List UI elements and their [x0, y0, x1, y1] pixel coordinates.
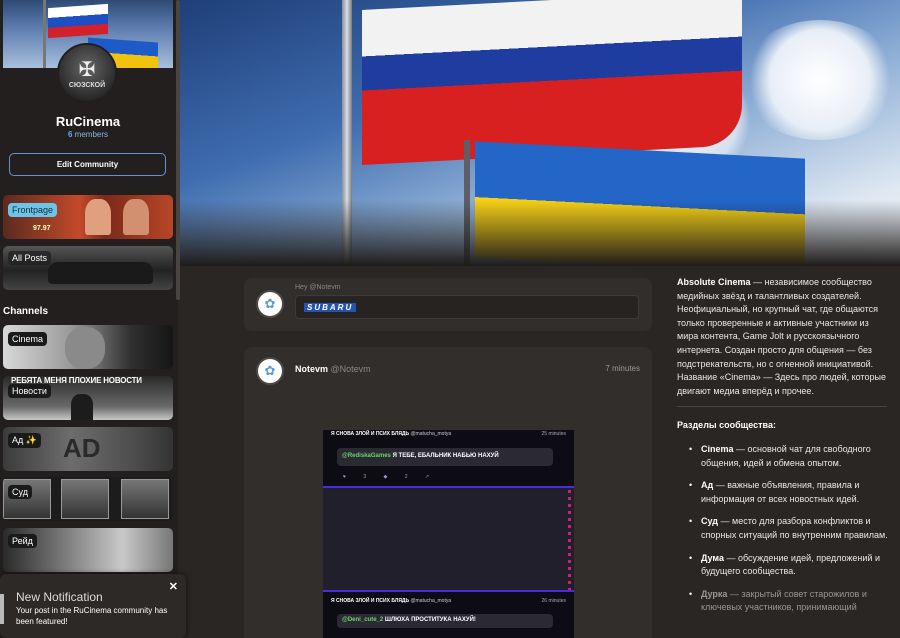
channel-label: Рейд: [8, 534, 37, 548]
close-icon[interactable]: ✕: [169, 580, 178, 593]
post-author[interactable]: Notevm @Notevm: [295, 364, 371, 374]
composer-tag: SUBARU: [304, 303, 357, 312]
channel-reid[interactable]: Рейд: [3, 528, 173, 572]
community-name: RuCinema: [55, 114, 121, 129]
section-item: Ад — важные объявления, правила и информ…: [689, 479, 890, 506]
avatar-label: СЮЗСКОЙ: [68, 82, 106, 89]
section-item: Суд — место для разбора конфликтов и спо…: [689, 515, 890, 542]
user-avatar[interactable]: ✿: [256, 290, 284, 318]
post-timestamp: 7 minutes: [605, 364, 640, 373]
app-root: { "community": { "name": "RuCinema", "me…: [0, 0, 900, 638]
sections-list: Cinema — основной чат для свободного общ…: [677, 443, 890, 615]
edit-community-button[interactable]: Edit Community: [9, 153, 166, 176]
notification-body: Your post in the RuCinema community has …: [16, 606, 168, 626]
section-item: Дума — обсуждение идей, предложений и бу…: [689, 552, 890, 579]
post-author-handle: @Notevm: [330, 364, 371, 374]
composer-greeting: Hey @Notevm: [295, 284, 341, 291]
feed: ✿ Hey @Notevm SUBARU ✿ Notevm @Notevm 7 …: [244, 278, 652, 638]
post-card[interactable]: ✿ Notevm @Notevm 7 minutes Я СНОВА ЗЛОЙ …: [244, 347, 652, 638]
notification-title: New Notification: [16, 590, 103, 604]
nav-all-posts[interactable]: All Posts: [3, 246, 173, 290]
eagle-icon: ✠: [78, 58, 96, 81]
nav-frontpage[interactable]: 97.97 Frontpage: [3, 195, 173, 239]
channel-novosti[interactable]: РЕБЯТА МЕНЯ ПЛОХИЕ НОВОСТИ Новости: [3, 376, 173, 420]
section-item: Дурка — закрытый совет старожилов и ключ…: [689, 588, 890, 615]
post-image[interactable]: Я СНОВА ЗЛОЙ И ПСИХ БЛЯДЬ @matucha_motya…: [323, 430, 574, 638]
channels-heading: Channels: [3, 306, 49, 317]
channel-sud[interactable]: Суд: [3, 477, 173, 521]
channel-label: Cinema: [8, 332, 48, 346]
channel-cinema[interactable]: Cinema: [3, 325, 173, 369]
section-item: Cinema — основной чат для свободного общ…: [689, 443, 890, 470]
members-count[interactable]: 6 members: [0, 130, 176, 139]
community-avatar[interactable]: ✠ СЮЗСКОЙ: [57, 43, 117, 103]
composer-input[interactable]: SUBARU: [295, 295, 639, 319]
post-author-avatar[interactable]: ✿: [256, 357, 284, 385]
nav-all-posts-label: All Posts: [8, 251, 52, 265]
channel-label: Суд: [8, 485, 32, 499]
community-about: Absolute Cinema — независимое сообщество…: [677, 276, 890, 624]
sidebar: ✠ СЮЗСКОЙ RuCinema 6 members Edit Commun…: [0, 0, 178, 638]
header-banner-image: [180, 0, 900, 266]
nav-frontpage-label: Frontpage: [8, 203, 58, 217]
channel-label: Новости: [8, 384, 51, 398]
channel-label: Ад ✨: [8, 433, 41, 448]
divider: [677, 406, 887, 408]
post-composer: ✿ Hey @Notevm SUBARU: [244, 278, 652, 331]
notification-toast: ✕ New Notification Your post in the RuCi…: [0, 574, 186, 638]
channel-ad[interactable]: AD Ад ✨: [3, 427, 173, 471]
sections-title: Разделы сообщества:: [677, 420, 776, 431]
about-text: Absolute Cinema — независимое сообщество…: [677, 277, 886, 396]
